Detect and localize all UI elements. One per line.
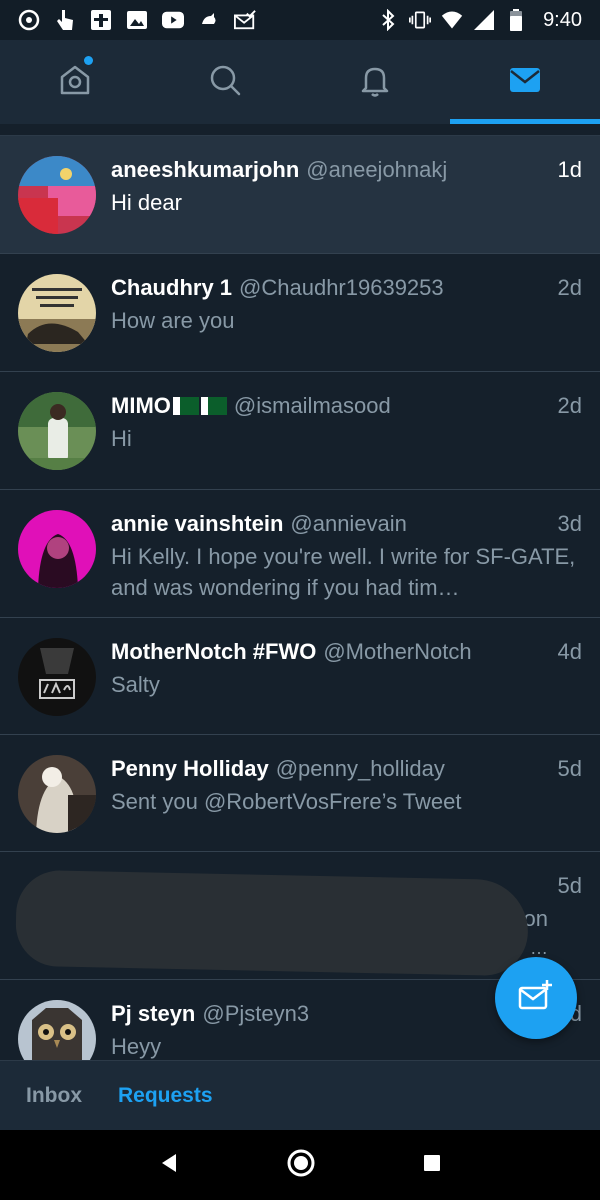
tv-icon [90, 9, 112, 31]
sender-handle: @Pjsteyn3 [202, 1001, 310, 1026]
avatar [18, 392, 96, 470]
notification-dot [84, 56, 93, 65]
message-preview: How are you [111, 308, 235, 333]
pakistan-flag-icon [172, 397, 199, 415]
signal-icon [473, 9, 495, 31]
sender-name: aneeshkumarjohn [111, 157, 300, 182]
avatar [18, 156, 96, 234]
hand-icon [54, 9, 76, 31]
home-button-icon[interactable] [286, 1148, 316, 1183]
conversation-row[interactable]: MIMO @ismailmasood 2d Hi [0, 372, 600, 490]
list-top-divider [0, 124, 600, 136]
avatar [18, 1000, 96, 1060]
message-preview: Salty [111, 672, 160, 697]
recents-icon[interactable] [422, 1153, 442, 1178]
conversation-list: aneeshkumarjohn @aneejohnakj 1d Hi dear … [0, 136, 600, 1060]
conversation-row[interactable]: 5d on / … [0, 852, 600, 980]
battery-icon [505, 9, 527, 31]
conversation-row[interactable]: MotherNotch #FWO @MotherNotch 4d Salty [0, 618, 600, 735]
mail-icon [508, 65, 542, 100]
message-preview: Hi Kelly. I hope you're well. I write fo… [111, 544, 576, 600]
sender-name: annie vainshtein [111, 511, 284, 536]
sender-name: Penny Holliday [111, 756, 269, 781]
redaction-overlay [15, 869, 529, 977]
tab-messages[interactable] [450, 40, 600, 124]
message-preview: Hi dear [111, 190, 182, 215]
tab-requests[interactable]: Requests [118, 1084, 213, 1108]
sender-handle: @MotherNotch [323, 639, 472, 664]
avatar [18, 638, 96, 716]
sender-name: MotherNotch #FWO [111, 639, 317, 664]
conversation-row[interactable]: Chaudhry 1 @Chaudhr19639253 2d How are y… [0, 254, 600, 372]
sender-name: Chaudhry 1 [111, 275, 233, 300]
message-age: 3d [557, 511, 582, 536]
conversation-row[interactable]: Penny Holliday @penny_holliday 5d Sent y… [0, 735, 600, 852]
message-age: 5d [557, 873, 582, 898]
image-icon [126, 9, 148, 31]
bell-icon [358, 63, 392, 102]
top-tab-bar [0, 40, 600, 124]
conversation-row[interactable]: aneeshkumarjohn @aneejohnakj 1d Hi dear [0, 136, 600, 254]
sender-name: Pj steyn [111, 1001, 196, 1026]
message-preview: Heyy [111, 1034, 162, 1059]
app-icon [18, 9, 40, 31]
home-icon [58, 63, 92, 102]
wifi-icon [441, 9, 463, 31]
messages-filter-tabs: Inbox Requests [0, 1060, 600, 1130]
bird-icon [198, 9, 220, 31]
sender-name: MIMO [111, 393, 171, 418]
avatar [18, 510, 96, 588]
tab-notifications[interactable] [300, 40, 450, 124]
sender-handle: @aneejohnakj [306, 157, 448, 182]
message-preview: Sent you @RobertVosFrere’s Tweet [111, 789, 462, 814]
message-age: 2d [557, 393, 582, 418]
mail-check-icon [234, 9, 256, 31]
new-message-button[interactable] [495, 957, 577, 1039]
back-icon[interactable] [158, 1152, 180, 1179]
tab-search[interactable] [150, 40, 300, 124]
message-age: 1d [557, 157, 582, 182]
tab-inbox[interactable]: Inbox [26, 1084, 82, 1108]
message-age: 4d [557, 639, 582, 664]
sender-handle: @Chaudhr19639253 [239, 275, 444, 300]
message-preview: Hi [111, 426, 132, 451]
search-icon [208, 63, 242, 102]
status-time: 9:40 [543, 8, 582, 31]
avatar [18, 755, 96, 833]
message-age: 2d [557, 275, 582, 300]
compose-mail-icon [518, 979, 554, 1018]
tab-home[interactable] [0, 40, 150, 124]
youtube-icon [162, 9, 184, 31]
pakistan-flag-icon [200, 397, 227, 415]
bluetooth-icon [377, 9, 399, 31]
sender-handle: @annievain [290, 511, 407, 536]
sender-handle: @ismailmasood [233, 393, 391, 418]
conversation-row[interactable]: annie vainshtein @annievain 3d Hi Kelly.… [0, 490, 600, 618]
avatar [18, 274, 96, 352]
vibrate-icon [409, 9, 432, 31]
system-navigation-bar [0, 1130, 600, 1200]
sender-handle: @penny_holliday [275, 756, 445, 781]
status-bar: 9:40 [0, 0, 600, 40]
message-age: 5d [557, 756, 582, 781]
